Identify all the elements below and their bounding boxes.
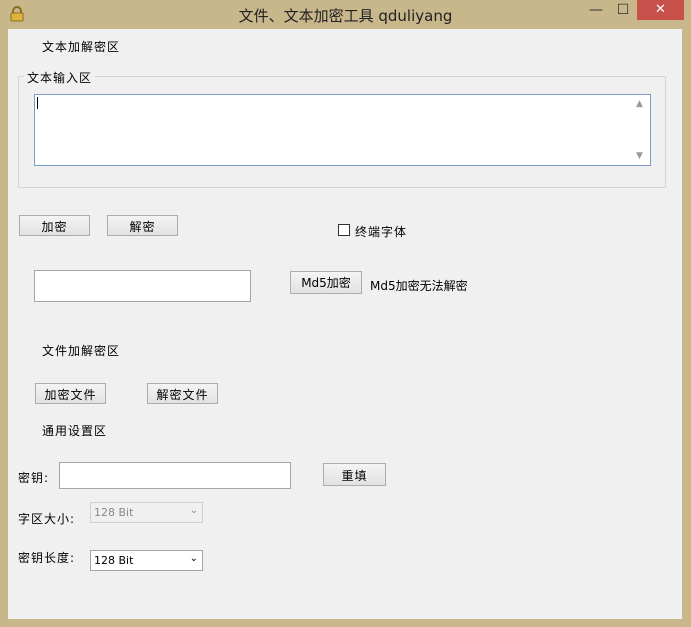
- md5-encrypt-button[interactable]: Md5加密: [290, 271, 362, 294]
- minimize-button[interactable]: —: [583, 0, 609, 20]
- encrypt-file-button[interactable]: 加密文件: [35, 383, 106, 404]
- decrypt-file-button[interactable]: 解密文件: [147, 383, 218, 404]
- chevron-down-icon: ⌄: [189, 505, 198, 516]
- key-length-value: 128 Bit: [94, 554, 134, 567]
- maximize-icon: ☐: [616, 2, 630, 18]
- close-button[interactable]: ✕: [637, 0, 684, 20]
- terminal-font-label[interactable]: 终端字体: [355, 223, 407, 240]
- text-section-heading: 文本加解密区: [42, 40, 121, 54]
- text-input-group-label: 文本输入区: [24, 69, 96, 86]
- settings-section-heading: 通用设置区: [42, 424, 108, 438]
- text-caret: [37, 97, 38, 109]
- reset-button[interactable]: 重填: [323, 463, 386, 486]
- key-length-select[interactable]: 128 Bit ⌄: [90, 550, 203, 571]
- scroll-up-icon[interactable]: ▲: [636, 99, 643, 109]
- decrypt-button[interactable]: 解密: [107, 215, 178, 236]
- maximize-button[interactable]: ☐: [610, 0, 636, 20]
- encrypt-button[interactable]: 加密: [19, 215, 90, 236]
- md5-note: Md5加密无法解密: [370, 279, 468, 293]
- terminal-font-checkbox[interactable]: [338, 224, 350, 236]
- close-icon: ✕: [655, 2, 666, 17]
- scroll-down-icon[interactable]: ▼: [636, 151, 643, 161]
- block-size-label: 字区大小:: [18, 512, 76, 526]
- text-input-area[interactable]: [34, 94, 651, 166]
- block-size-value: 128 Bit: [94, 506, 134, 519]
- file-section-heading: 文件加解密区: [42, 344, 121, 358]
- key-label: 密钥:: [18, 471, 50, 485]
- minimize-icon: —: [589, 2, 603, 18]
- chevron-down-icon: ⌄: [189, 553, 198, 564]
- block-size-select: 128 Bit ⌄: [90, 502, 203, 523]
- key-length-label: 密钥长度:: [18, 551, 76, 565]
- md5-input[interactable]: [34, 270, 251, 302]
- key-input[interactable]: [59, 462, 291, 489]
- window-border: [683, 29, 691, 627]
